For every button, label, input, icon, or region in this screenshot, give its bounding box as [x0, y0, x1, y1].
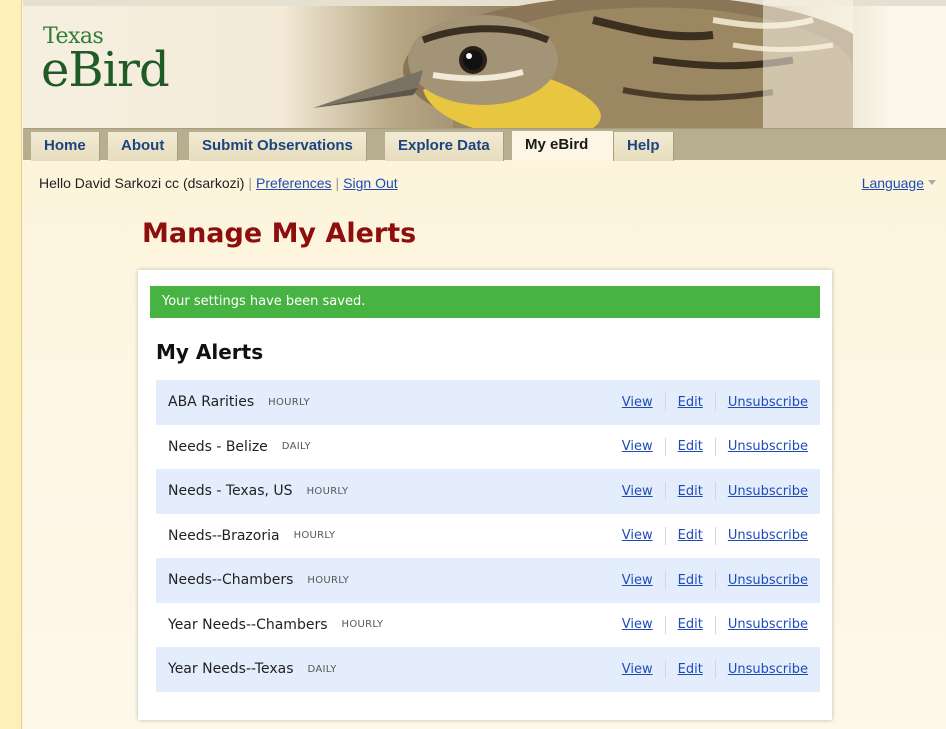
alert-row: Year Needs--Texas DAILY View Edit Unsubs… [156, 647, 820, 692]
unsubscribe-link[interactable]: Unsubscribe [728, 439, 808, 454]
alert-row: Needs - Texas, US HOURLY View Edit Unsub… [156, 469, 820, 514]
unsubscribe-link[interactable]: Unsubscribe [728, 395, 808, 410]
alert-row: Needs--Brazoria HOURLY View Edit Unsubsc… [156, 513, 820, 558]
unsubscribe-link[interactable]: Unsubscribe [728, 573, 808, 588]
main-nav: Home About Submit Observations Explore D… [23, 128, 946, 161]
alert-row: Needs - Belize DAILY View Edit Unsubscri… [156, 424, 820, 469]
unsubscribe-link[interactable]: Unsubscribe [728, 617, 808, 632]
alert-actions: View Edit Unsubscribe [622, 571, 808, 590]
view-link[interactable]: View [622, 662, 653, 677]
sign-out-link[interactable]: Sign Out [343, 175, 397, 191]
site-header: Texas eBird [23, 0, 946, 128]
alert-name: Needs--Chambers [168, 572, 294, 589]
alert-frequency: HOURLY [341, 619, 384, 631]
user-bar: Hello David Sarkozi cc (dsarkozi) | Prefer… [39, 175, 398, 191]
edit-link[interactable]: Edit [678, 617, 703, 632]
edit-link[interactable]: Edit [678, 439, 703, 454]
nav-tab-about[interactable]: About [108, 132, 179, 161]
alert-frequency: DAILY [281, 441, 311, 453]
page-title: Manage My Alerts [142, 218, 417, 249]
section-title: My Alerts [156, 340, 264, 364]
alert-frequency: HOURLY [268, 396, 310, 408]
success-notice: Your settings have been saved. [150, 286, 820, 318]
view-link[interactable]: View [622, 528, 653, 543]
edit-link[interactable]: Edit [678, 395, 703, 410]
language-link[interactable]: Language [862, 175, 924, 191]
alert-name: Needs - Texas, US [168, 483, 293, 500]
edit-link[interactable]: Edit [678, 528, 703, 543]
alert-frequency: HOURLY [293, 530, 336, 542]
preferences-link[interactable]: Preferences [256, 175, 331, 191]
unsubscribe-link[interactable]: Unsubscribe [728, 528, 808, 543]
alert-row: ABA Rarities HOURLY View Edit Unsubscrib… [156, 380, 820, 425]
page: Texas eBird Home About Submit Observatio… [23, 0, 946, 729]
alert-name: Year Needs--Chambers [168, 616, 328, 633]
nav-tab-explore-data[interactable]: Explore Data [385, 132, 504, 161]
alert-frequency: HOURLY [306, 485, 349, 497]
view-link[interactable]: View [622, 617, 653, 632]
view-link[interactable]: View [622, 395, 653, 410]
alert-actions: View Edit Unsubscribe [622, 660, 808, 679]
unsubscribe-link[interactable]: Unsubscribe [728, 662, 808, 677]
alerts-panel: Your settings have been saved. My Alerts… [138, 270, 832, 720]
alert-actions: View Edit Unsubscribe [622, 393, 808, 412]
edit-link[interactable]: Edit [678, 484, 703, 499]
unsubscribe-link[interactable]: Unsubscribe [728, 484, 808, 499]
alert-frequency: HOURLY [307, 574, 350, 586]
alert-actions: View Edit Unsubscribe [622, 615, 808, 634]
caret-down-icon[interactable] [928, 180, 936, 185]
alert-row: Year Needs--Chambers HOURLY View Edit Un… [156, 602, 820, 647]
edit-link[interactable]: Edit [678, 662, 703, 677]
nav-tab-my-ebird[interactable]: My eBird [512, 131, 614, 161]
alert-actions: View Edit Unsubscribe [622, 437, 808, 456]
edit-link[interactable]: Edit [678, 573, 703, 588]
alert-name: Needs - Belize [168, 438, 268, 455]
view-link[interactable]: View [622, 573, 653, 588]
view-link[interactable]: View [622, 484, 653, 499]
nav-tab-home[interactable]: Home [31, 132, 100, 161]
alert-name: Year Needs--Texas [168, 661, 294, 678]
nav-tab-help[interactable]: Help [614, 132, 674, 161]
user-greeting: Hello David Sarkozi cc (dsarkozi) [39, 175, 245, 191]
alert-row: Needs--Chambers HOURLY View Edit Unsubsc… [156, 558, 820, 603]
alert-actions: View Edit Unsubscribe [622, 482, 808, 501]
alerts-list: ABA Rarities HOURLY View Edit Unsubscrib… [156, 380, 820, 692]
bird-header-image [313, 0, 853, 128]
alert-frequency: DAILY [307, 663, 337, 675]
alert-actions: View Edit Unsubscribe [622, 526, 808, 545]
logo-ebird-text: eBird [41, 42, 170, 98]
alert-name: Needs--Brazoria [168, 527, 280, 544]
nav-tab-submit-observations[interactable]: Submit Observations [189, 132, 367, 161]
view-link[interactable]: View [622, 439, 653, 454]
left-margin-bar [0, 0, 22, 729]
alert-name: ABA Rarities [168, 394, 255, 411]
